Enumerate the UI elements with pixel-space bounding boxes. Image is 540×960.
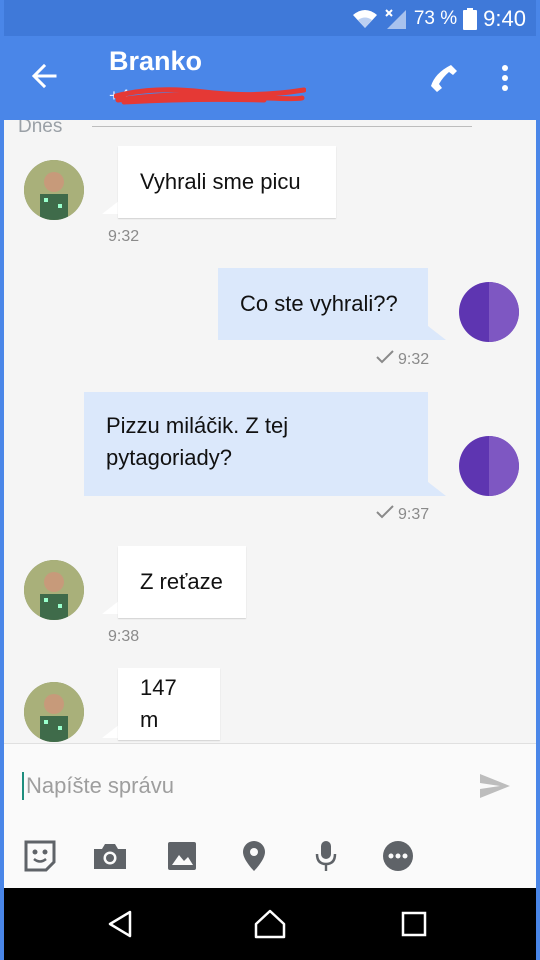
- message-text-line: Pizzu miláčik. Z tej: [106, 413, 289, 438]
- back-arrow-icon: [31, 63, 57, 94]
- nav-recents-button[interactable]: [394, 906, 434, 946]
- contact-avatar[interactable]: [24, 682, 84, 742]
- phone-icon: [429, 63, 459, 98]
- message-status: 9:37: [376, 505, 429, 524]
- nav-back-icon: [106, 910, 134, 943]
- gallery-icon: [167, 841, 197, 876]
- redaction-scribble: [114, 87, 306, 105]
- battery-percent: 73 %: [413, 8, 458, 29]
- message-input[interactable]: Napíšte správu: [22, 768, 462, 804]
- message-time: 9:32: [398, 350, 430, 368]
- composer: Napíšte správu: [4, 743, 536, 889]
- bubble-tail: [428, 482, 446, 496]
- date-separator: Dnes: [18, 120, 63, 137]
- battery-icon: [463, 8, 478, 30]
- own-avatar[interactable]: [459, 436, 519, 496]
- message-bubble-incoming[interactable]: Z reťaze: [118, 546, 246, 618]
- more-options-button[interactable]: [490, 60, 520, 100]
- status-indicators: 73 % 9:40: [352, 6, 526, 32]
- clock: 9:40: [483, 6, 526, 31]
- sent-check-icon: [376, 350, 394, 369]
- nav-back-button[interactable]: [100, 906, 140, 946]
- nav-home-button[interactable]: [250, 906, 290, 946]
- screen: 73 % 9:40 Branko +4 Dnes Vyhrali sme pic…: [4, 0, 536, 960]
- call-button[interactable]: [424, 60, 464, 100]
- bubble-tail: [428, 326, 446, 340]
- message-status: 9:32: [376, 350, 429, 369]
- more-options-icon: [382, 840, 414, 877]
- contact-avatar[interactable]: [24, 160, 84, 220]
- message-input-placeholder: Napíšte správu: [26, 773, 174, 798]
- phone-frame: 73 % 9:40 Branko +4 Dnes Vyhrali sme pic…: [0, 0, 540, 960]
- camera-icon: [92, 841, 128, 876]
- own-avatar[interactable]: [459, 282, 519, 342]
- send-button[interactable]: [478, 772, 514, 804]
- location-icon: [242, 840, 266, 877]
- no-sim-signal-icon: [384, 8, 408, 30]
- message-time: 9:37: [398, 505, 430, 523]
- contact-name: Branko: [109, 46, 203, 76]
- nav-recents-icon: [401, 911, 427, 942]
- app-bar: Branko +4: [4, 36, 536, 120]
- message-text: Co ste vyhrali??: [240, 291, 398, 316]
- location-button[interactable]: [236, 840, 272, 876]
- gallery-button[interactable]: [164, 840, 200, 876]
- send-icon: [478, 774, 512, 804]
- microphone-icon: [314, 840, 338, 877]
- nav-home-icon: [254, 909, 286, 944]
- message-text-line: pytagoriady?: [106, 445, 232, 470]
- status-bar: 73 % 9:40: [4, 0, 536, 36]
- message-bubble-incoming[interactable]: Vyhrali sme picu: [118, 146, 336, 218]
- voice-button[interactable]: [308, 840, 344, 876]
- camera-button[interactable]: [92, 840, 128, 876]
- message-text: 147 m: [140, 675, 177, 732]
- sticker-button[interactable]: [22, 840, 58, 876]
- more-attachments-button[interactable]: [380, 840, 416, 876]
- text-cursor: [22, 772, 24, 800]
- contact-avatar[interactable]: [24, 560, 84, 620]
- sent-check-icon: [376, 505, 394, 524]
- system-nav-bar: [4, 888, 536, 960]
- attachment-toolbar: [4, 840, 536, 880]
- message-text: Z reťaze: [140, 569, 223, 594]
- sticker-icon: [24, 840, 56, 877]
- message-list[interactable]: Dnes Vyhrali sme picu 9:32 Co ste vyhral…: [4, 120, 536, 743]
- message-bubble-outgoing[interactable]: Pizzu miláčik. Z tej pytagoriady?: [84, 392, 428, 496]
- message-time: 9:38: [108, 628, 140, 645]
- date-divider: [92, 126, 472, 127]
- message-time: 9:32: [108, 228, 140, 245]
- message-bubble-outgoing[interactable]: Co ste vyhrali??: [218, 268, 428, 340]
- wifi-icon: [352, 9, 378, 29]
- message-text: Vyhrali sme picu: [140, 169, 301, 194]
- back-button[interactable]: [24, 58, 64, 98]
- message-bubble-incoming[interactable]: 147 m: [118, 668, 220, 740]
- more-vert-icon: [501, 64, 509, 96]
